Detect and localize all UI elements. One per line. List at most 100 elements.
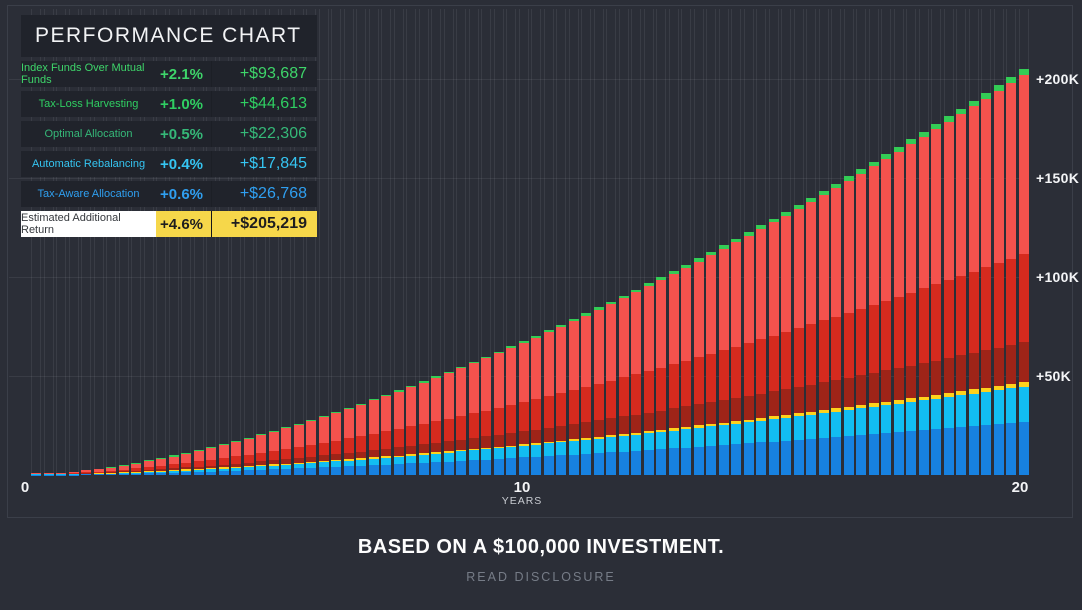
stacked-bar-q29[interactable] (381, 395, 391, 475)
stacked-bar-q59[interactable] (756, 225, 766, 475)
segment (869, 434, 879, 475)
legend-row-label: Tax-Aware Allocation (21, 181, 156, 207)
segment (481, 449, 491, 459)
stacked-bar-q1[interactable] (31, 473, 41, 476)
legend-row[interactable]: Tax-Aware Allocation +0.6% +$26,768 (21, 181, 317, 207)
stacked-bar-q74[interactable] (944, 116, 954, 475)
stacked-bar-q41[interactable] (531, 336, 541, 475)
stacked-bar-q78[interactable] (994, 85, 1004, 475)
stacked-bar-q72[interactable] (919, 132, 929, 475)
stacked-bar-q27[interactable] (356, 404, 366, 475)
segment (744, 396, 754, 420)
stacked-bar-q17[interactable] (231, 441, 241, 475)
stacked-bar-q80[interactable] (1019, 69, 1029, 475)
stacked-bar-q4[interactable] (69, 472, 79, 475)
stacked-bar-q20[interactable] (269, 431, 279, 475)
stacked-bar-q18[interactable] (244, 438, 254, 475)
segment (631, 415, 641, 433)
stacked-bar-q56[interactable] (719, 245, 729, 475)
stacked-bar-q24[interactable] (319, 416, 329, 475)
stacked-bar-q15[interactable] (206, 447, 216, 475)
stacked-bar-q79[interactable] (1006, 77, 1016, 475)
stacked-bar-q22[interactable] (294, 424, 304, 476)
stacked-bar-q67[interactable] (856, 169, 866, 475)
segment (806, 385, 816, 412)
stacked-bar-q62[interactable] (794, 205, 804, 475)
stacked-bar-q12[interactable] (169, 455, 179, 475)
stacked-bar-q76[interactable] (969, 101, 979, 475)
legend-row[interactable]: Index Funds Over Mutual Funds +2.1% +$93… (21, 61, 317, 87)
stacked-bar-q71[interactable] (906, 139, 916, 475)
stacked-bar-q9[interactable] (131, 463, 141, 475)
stacked-bar-q6[interactable] (94, 469, 104, 475)
segment (1006, 423, 1016, 475)
stacked-bar-q14[interactable] (194, 450, 204, 475)
stacked-bar-q60[interactable] (769, 219, 779, 475)
legend-row[interactable]: Automatic Rebalancing +0.4% +$17,845 (21, 151, 317, 177)
stacked-bar-q13[interactable] (181, 453, 191, 475)
stacked-bar-q70[interactable] (894, 147, 904, 475)
stacked-bar-q23[interactable] (306, 420, 316, 475)
stacked-bar-q8[interactable] (119, 465, 129, 475)
stacked-bar-q34[interactable] (444, 372, 454, 475)
stacked-bar-q54[interactable] (694, 258, 704, 475)
stacked-bar-q3[interactable] (56, 473, 66, 476)
stacked-bar-q64[interactable] (819, 191, 829, 475)
stacked-bar-q25[interactable] (331, 412, 341, 475)
stacked-bar-q61[interactable] (781, 212, 791, 475)
stacked-bar-q75[interactable] (956, 109, 966, 475)
x-axis-units-label: YEARS (502, 495, 543, 507)
stacked-bar-q63[interactable] (806, 198, 816, 475)
stacked-bar-q49[interactable] (631, 290, 641, 475)
stacked-bar-q5[interactable] (81, 470, 91, 475)
stacked-bar-q53[interactable] (681, 265, 691, 475)
stacked-bar-q55[interactable] (706, 252, 716, 475)
stacked-bar-q26[interactable] (344, 408, 354, 475)
stacked-bar-q30[interactable] (394, 390, 404, 475)
stacked-bar-q48[interactable] (619, 296, 629, 475)
legend-row[interactable]: Tax-Loss Harvesting +1.0% +$44,613 (21, 91, 317, 117)
stacked-bar-q69[interactable] (881, 154, 891, 475)
stacked-bar-q39[interactable] (506, 346, 516, 475)
stacked-bar-q57[interactable] (731, 239, 741, 475)
stacked-bar-q43[interactable] (556, 325, 566, 475)
segment (906, 402, 916, 431)
stacked-bar-q51[interactable] (656, 277, 666, 475)
stacked-bar-q65[interactable] (831, 184, 841, 475)
stacked-bar-q7[interactable] (106, 467, 116, 475)
legend-row[interactable]: Estimated Additional Return +4.6% +$205,… (21, 211, 317, 237)
stacked-bar-q31[interactable] (406, 386, 416, 475)
read-disclosure-link[interactable]: READ DISCLOSURE (0, 570, 1082, 584)
stacked-bar-q32[interactable] (419, 381, 429, 475)
stacked-bar-q28[interactable] (369, 399, 379, 475)
stacked-bar-q44[interactable] (569, 319, 579, 475)
stacked-bar-q21[interactable] (281, 427, 291, 475)
stacked-bar-q45[interactable] (581, 313, 591, 475)
stacked-bar-q33[interactable] (431, 376, 441, 475)
stacked-bar-q66[interactable] (844, 176, 854, 475)
stacked-bar-q36[interactable] (469, 362, 479, 475)
stacked-bar-q10[interactable] (144, 460, 154, 475)
legend-row[interactable]: Optimal Allocation +0.5% +$22,306 (21, 121, 317, 147)
segment (456, 416, 466, 440)
stacked-bar-q46[interactable] (594, 307, 604, 475)
stacked-bar-q38[interactable] (494, 352, 504, 475)
segment (519, 446, 529, 458)
stacked-bar-q50[interactable] (644, 283, 654, 475)
stacked-bar-q19[interactable] (256, 434, 266, 475)
stacked-bar-q52[interactable] (669, 271, 679, 475)
stacked-bar-q40[interactable] (519, 341, 529, 475)
stacked-bar-q77[interactable] (981, 93, 991, 475)
stacked-bar-q47[interactable] (606, 302, 616, 475)
stacked-bar-q42[interactable] (544, 330, 554, 475)
stacked-bar-q35[interactable] (456, 367, 466, 475)
stacked-bar-q11[interactable] (156, 458, 166, 475)
stacked-bar-q73[interactable] (931, 124, 941, 475)
segment (431, 378, 441, 421)
stacked-bar-q68[interactable] (869, 162, 879, 475)
segment (331, 441, 341, 455)
stacked-bar-q58[interactable] (744, 232, 754, 475)
stacked-bar-q37[interactable] (481, 357, 491, 475)
stacked-bar-q2[interactable] (44, 473, 54, 476)
stacked-bar-q16[interactable] (219, 444, 229, 475)
